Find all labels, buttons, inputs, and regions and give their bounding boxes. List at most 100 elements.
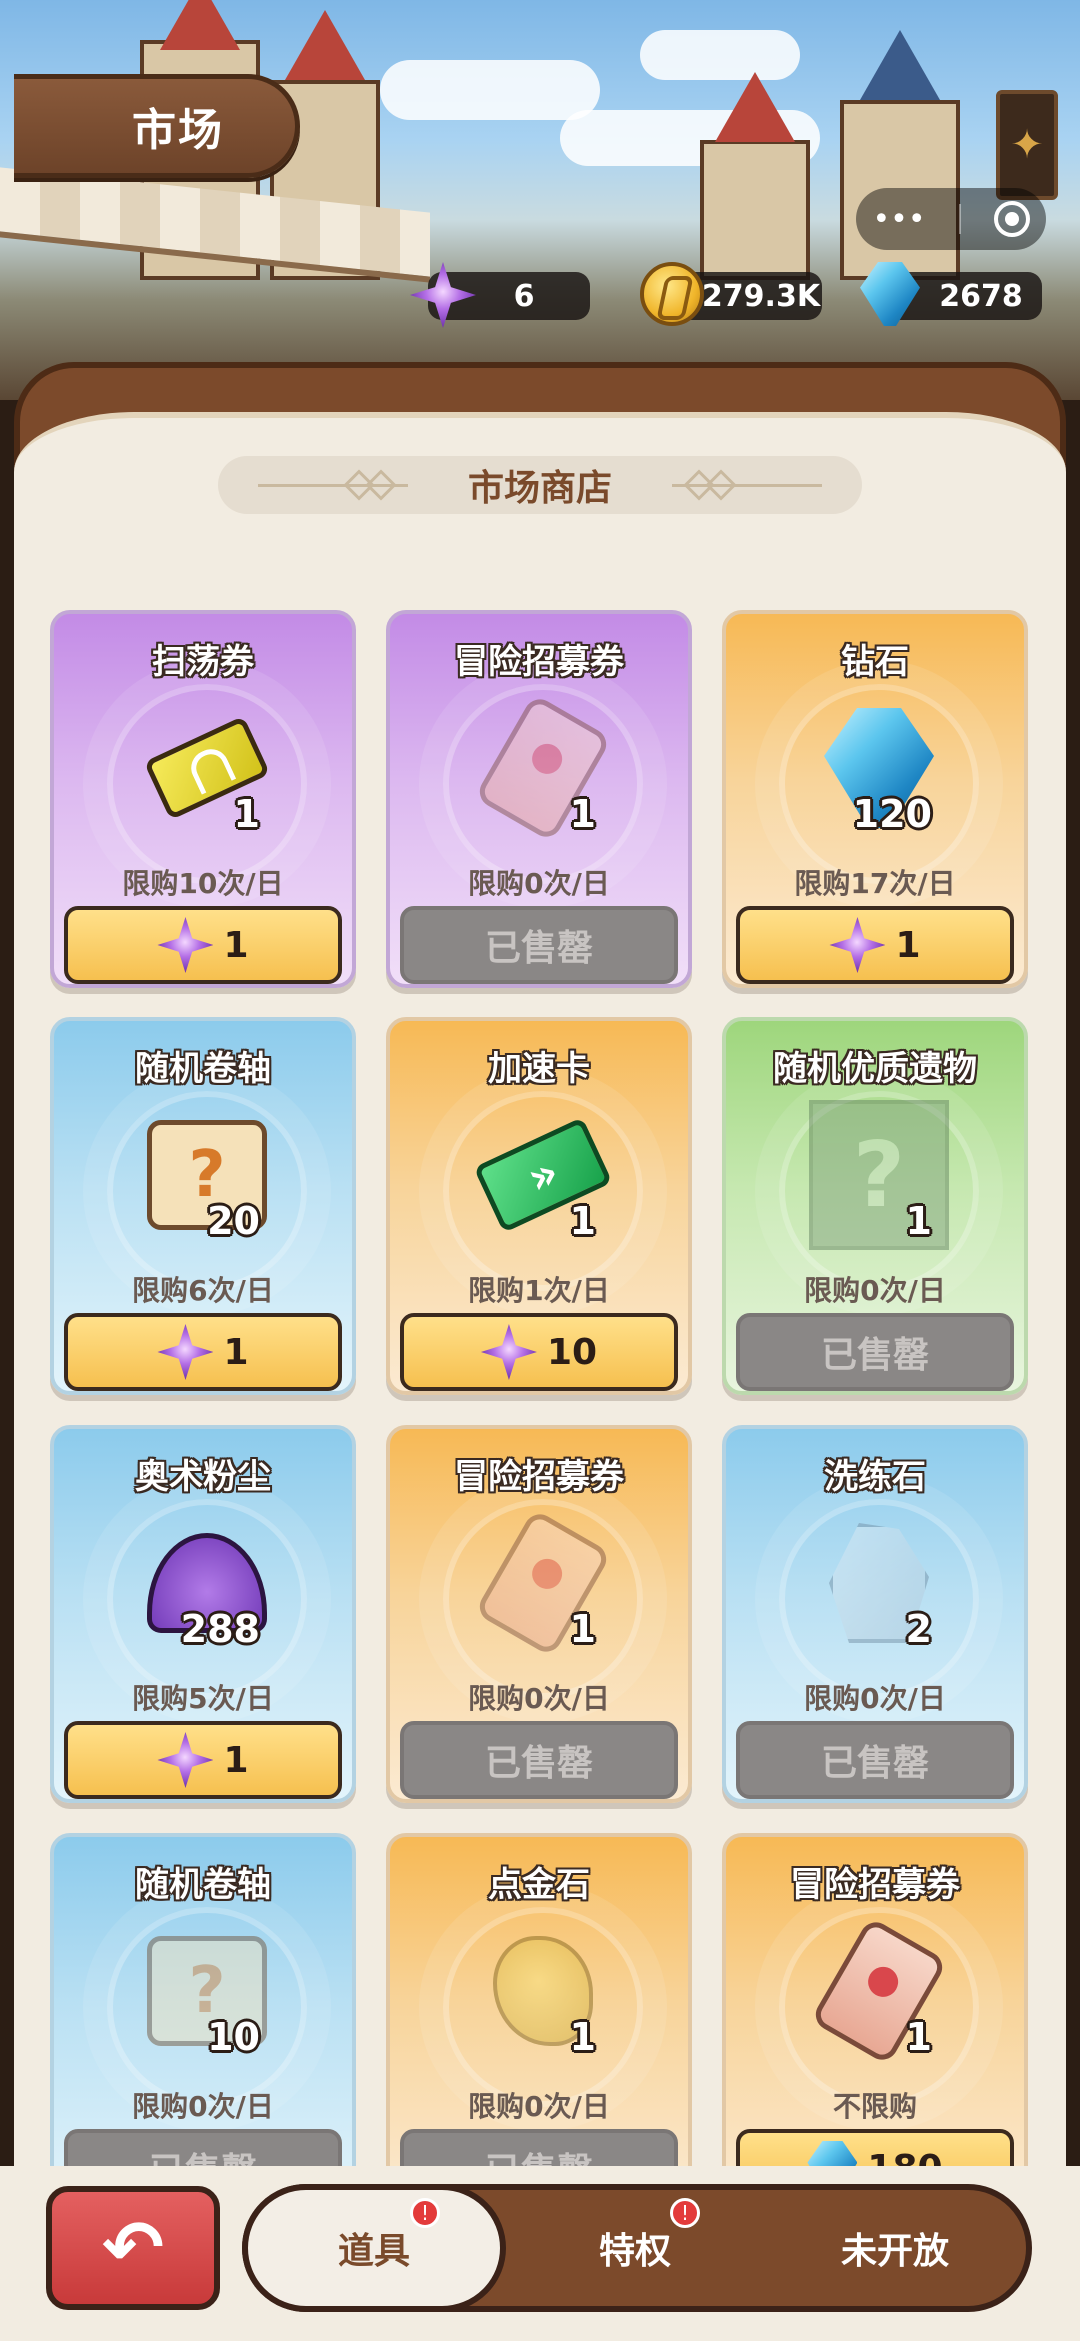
item-quantity: 1 xyxy=(905,2015,932,2059)
item-price: 1 xyxy=(895,924,921,966)
page-title-plate: 市场 xyxy=(14,74,300,178)
purchase-limit: 限购0次/日 xyxy=(132,2090,274,2123)
item-quantity: 1 xyxy=(569,2015,596,2059)
star-currency-icon xyxy=(829,917,886,973)
roof xyxy=(160,0,240,50)
title-ornament-diamond xyxy=(365,469,397,501)
purchase-limit: 限购6次/日 xyxy=(132,1274,274,1307)
item-price: 1 xyxy=(223,1739,249,1781)
tab-privilege[interactable]: 特权 xyxy=(530,2184,740,2312)
item-name: 冒险招募券 xyxy=(454,1457,624,1497)
purchase-limit: 不限购 xyxy=(832,2090,917,2123)
item-quantity: 1 xyxy=(905,1199,932,1243)
shop-item-card[interactable]: 钻石 120 限购17次/日 1 xyxy=(722,610,1028,988)
sold-out-button: 已售罄 xyxy=(736,1313,1014,1391)
item-name: 随机卷轴 xyxy=(135,1049,271,1089)
capsule-divider xyxy=(958,204,961,234)
item-quantity: 288 xyxy=(180,1607,260,1651)
tab-locked-label: 未开放 xyxy=(840,2231,949,2272)
shop-title: 市场商店 xyxy=(467,468,612,509)
sold-out-label: 已售罄 xyxy=(484,1743,593,1784)
item-name: 钻石 xyxy=(841,642,909,682)
item-name: 点金石 xyxy=(488,1865,590,1905)
gold-currency-value: 279.3K xyxy=(701,278,821,314)
sold-out-button: 已售罄 xyxy=(400,1721,678,1799)
star-currency-icon xyxy=(157,1324,214,1380)
more-dots-icon[interactable]: ••• xyxy=(872,202,925,237)
back-button[interactable]: ↶ xyxy=(46,2186,220,2310)
shop-item-card[interactable]: 奥术粉尘 288 限购5次/日 1 xyxy=(50,1425,356,1803)
purchase-limit: 限购0次/日 xyxy=(804,1682,946,1715)
roof xyxy=(285,10,365,80)
tab-privilege-label: 特权 xyxy=(598,2231,671,2272)
sold-out-label: 已售罄 xyxy=(820,1743,929,1784)
shop-item-card[interactable]: 随机优质遗物? 1 限购0次/日 已售罄 xyxy=(722,1017,1028,1395)
diamond-currency-value: 2678 xyxy=(939,278,1023,314)
purchase-limit: 限购17次/日 xyxy=(794,867,956,900)
purchase-limit: 限购0次/日 xyxy=(804,1274,946,1307)
item-quantity: 20 xyxy=(207,1199,260,1243)
item-quantity: 1 xyxy=(569,1199,596,1243)
item-name: 洗练石 xyxy=(824,1457,926,1497)
roof xyxy=(715,72,795,142)
item-quantity: 2 xyxy=(905,1607,932,1651)
building xyxy=(700,140,810,280)
star-currency-icon xyxy=(157,917,214,973)
back-arrow-icon: ↶ xyxy=(101,2205,164,2291)
star-currency-icon xyxy=(157,1732,214,1788)
purchase-limit: 限购0次/日 xyxy=(468,1682,610,1715)
tab-privilege-notification-badge: ! xyxy=(670,2198,700,2228)
page-title: 市场 xyxy=(132,105,224,156)
tab-locked[interactable]: 未开放 xyxy=(780,2184,1010,2312)
shop-item-card[interactable]: 点金石1限购0次/日已售罄 xyxy=(386,1833,692,2211)
sold-out-button: 已售罄 xyxy=(400,906,678,984)
item-quantity: 1 xyxy=(569,792,596,836)
mini-program-capsule: ••• xyxy=(856,188,1046,250)
shop-item-card[interactable]: 扫荡券 1 限购10次/日 1 xyxy=(50,610,356,988)
shop-item-card[interactable]: 洗练石 2 限购0次/日已售罄 xyxy=(722,1425,1028,1803)
purchase-limit: 限购1次/日 xyxy=(468,1274,610,1307)
buy-button[interactable]: 1 xyxy=(736,906,1014,984)
shop-item-card[interactable]: 随机卷轴?10限购0次/日已售罄 xyxy=(50,1833,356,2211)
item-name: 随机卷轴 xyxy=(135,1865,271,1905)
cloud xyxy=(380,60,600,120)
item-name: 奥术粉尘 xyxy=(135,1457,271,1497)
sold-out-label: 已售罄 xyxy=(484,928,593,969)
buy-button[interactable]: 1 xyxy=(64,906,342,984)
shop-item-card[interactable]: 冒险招募券 1 限购0次/日已售罄 xyxy=(386,610,692,988)
star-currency-icon xyxy=(480,1324,537,1380)
purchase-limit: 限购0次/日 xyxy=(468,867,610,900)
tab-items[interactable]: 道具 xyxy=(242,2184,506,2312)
buy-button[interactable]: 10 xyxy=(400,1313,678,1391)
item-name: 加速卡 xyxy=(488,1049,590,1089)
item-quantity: 120 xyxy=(852,792,932,836)
sold-out-button: 已售罄 xyxy=(736,1721,1014,1799)
item-price: 1 xyxy=(223,1331,249,1373)
item-name: 随机优质遗物 xyxy=(773,1049,977,1089)
shop-title-bar: 市场商店 xyxy=(218,456,862,514)
item-quantity: 1 xyxy=(569,1607,596,1651)
shop-item-card[interactable]: 冒险招募券1不限购180 xyxy=(722,1833,1028,2211)
item-name: 冒险招募券 xyxy=(790,1865,960,1905)
purchase-limit: 限购10次/日 xyxy=(122,867,284,900)
item-quantity: 1 xyxy=(233,792,260,836)
purchase-limit: 限购0次/日 xyxy=(468,2090,610,2123)
shop-item-card[interactable]: 冒险招募券 1 限购0次/日已售罄 xyxy=(386,1425,692,1803)
item-name: 冒险招募券 xyxy=(454,642,624,682)
sold-out-label: 已售罄 xyxy=(820,1335,929,1376)
guild-emblem-icon[interactable]: ✦ xyxy=(996,90,1058,200)
target-icon[interactable] xyxy=(993,201,1030,237)
roof xyxy=(860,30,940,100)
item-price: 10 xyxy=(546,1331,598,1373)
buy-button[interactable]: 1 xyxy=(64,1313,342,1391)
purchase-limit: 限购5次/日 xyxy=(132,1682,274,1715)
item-price: 1 xyxy=(223,924,249,966)
star-currency-value: 6 xyxy=(513,278,535,314)
tab-items-notification-badge: ! xyxy=(410,2198,440,2228)
buy-button[interactable]: 1 xyxy=(64,1721,342,1799)
gold-coin-icon xyxy=(640,262,704,326)
item-name: 扫荡券 xyxy=(152,642,254,682)
shop-item-card[interactable]: 随机卷轴? 20 限购6次/日 1 xyxy=(50,1017,356,1395)
shop-item-card[interactable]: 加速卡» 1 限购1次/日 10 xyxy=(386,1017,692,1395)
item-quantity: 10 xyxy=(207,2015,260,2059)
